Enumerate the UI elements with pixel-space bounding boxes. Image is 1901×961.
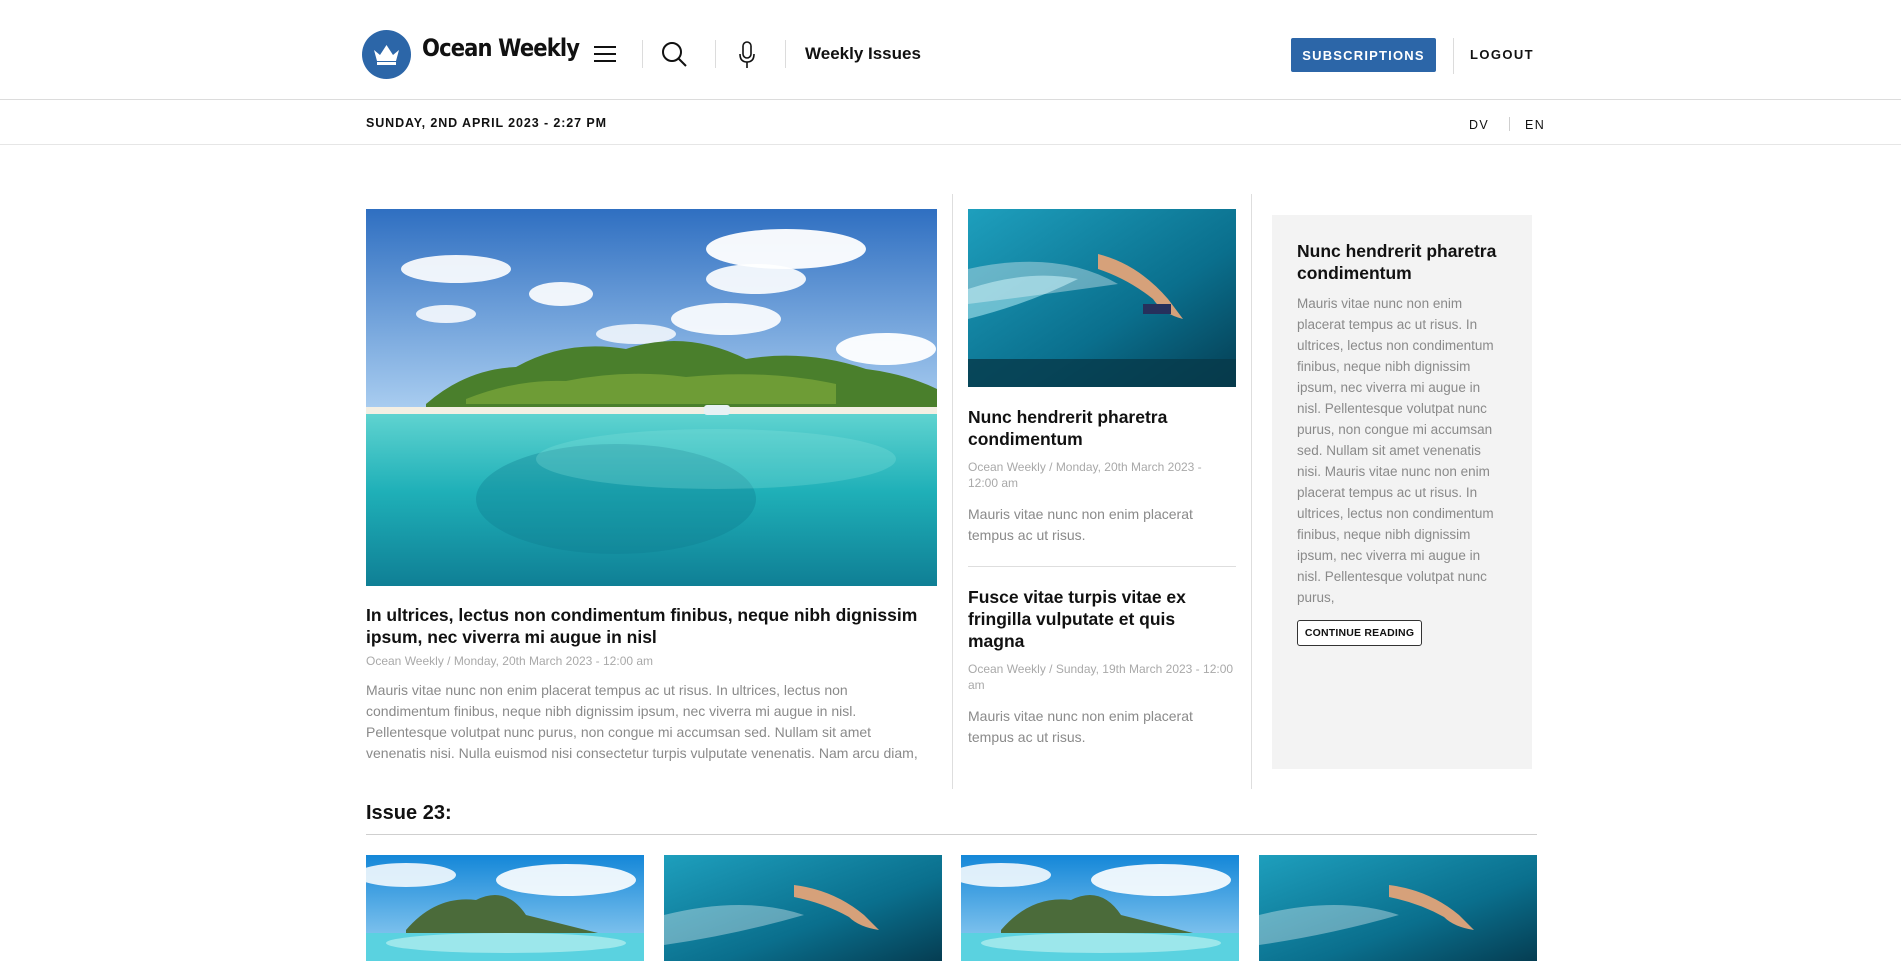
issue-thumbnail[interactable] xyxy=(664,855,942,961)
header-divider xyxy=(642,40,643,68)
featured-title[interactable]: In ultrices, lectus non condimentum fini… xyxy=(366,604,946,648)
article-image[interactable] xyxy=(968,209,1236,387)
continue-reading-button[interactable]: CONTINUE READING xyxy=(1297,620,1422,646)
article-excerpt: Mauris vitae nunc non enim placerat temp… xyxy=(968,506,1193,543)
highlight-title[interactable]: Nunc hendrerit pharetra condimentum xyxy=(1297,240,1527,284)
logout-link[interactable]: LOGOUT xyxy=(1470,47,1534,62)
current-date: SUNDAY, 2ND APRIL 2023 - 2:27 PM xyxy=(366,116,607,130)
issue-thumbnail[interactable] xyxy=(366,855,644,961)
header-divider xyxy=(715,40,716,68)
article-excerpt: Mauris vitae nunc non enim placerat temp… xyxy=(968,708,1193,745)
site-header: Ocean Weekly Weekly Issues SUBSCRIPTIONS… xyxy=(0,0,1901,100)
article-title[interactable]: Nunc hendrerit pharetra condimentum xyxy=(968,406,1238,450)
article-meta: Ocean Weekly / Monday, 20th March 2023 -… xyxy=(968,460,1202,490)
crown-icon xyxy=(374,45,399,65)
header-divider xyxy=(1453,38,1454,74)
weekly-issues-link[interactable]: Weekly Issues xyxy=(805,44,921,64)
highlight-body: Mauris vitae nunc non enim placerat temp… xyxy=(1297,296,1494,605)
article-title[interactable]: Fusce vitae turpis vitae ex fringilla vu… xyxy=(968,586,1238,652)
logo-badge[interactable] xyxy=(362,30,411,79)
issue-heading: Issue 23: xyxy=(366,802,452,824)
header-divider xyxy=(785,40,786,68)
subscriptions-button[interactable]: SUBSCRIPTIONS xyxy=(1291,38,1436,72)
featured-image[interactable] xyxy=(366,209,937,586)
issue-thumbnail[interactable] xyxy=(961,855,1239,961)
language-divider xyxy=(1509,117,1510,131)
column-divider xyxy=(952,194,953,789)
microphone-icon[interactable] xyxy=(736,40,758,70)
menu-icon[interactable] xyxy=(592,40,618,68)
date-bar: SUNDAY, 2ND APRIL 2023 - 2:27 PM DV EN xyxy=(0,101,1901,145)
featured-meta: Ocean Weekly / Monday, 20th March 2023 -… xyxy=(366,654,654,668)
language-dv[interactable]: DV xyxy=(1469,118,1489,132)
article-meta: Ocean Weekly / Sunday, 19th March 2023 -… xyxy=(968,662,1234,692)
article-divider xyxy=(968,566,1236,567)
language-en[interactable]: EN xyxy=(1525,118,1545,132)
issue-divider xyxy=(366,834,1537,835)
search-icon[interactable] xyxy=(660,40,688,68)
column-divider xyxy=(1251,194,1252,789)
issue-thumbnail[interactable] xyxy=(1259,855,1537,961)
featured-excerpt: Mauris vitae nunc non enim placerat temp… xyxy=(366,682,918,761)
logo-text[interactable]: Ocean Weekly xyxy=(422,34,580,62)
highlight-card: Nunc hendrerit pharetra condimentum Maur… xyxy=(1272,215,1532,769)
